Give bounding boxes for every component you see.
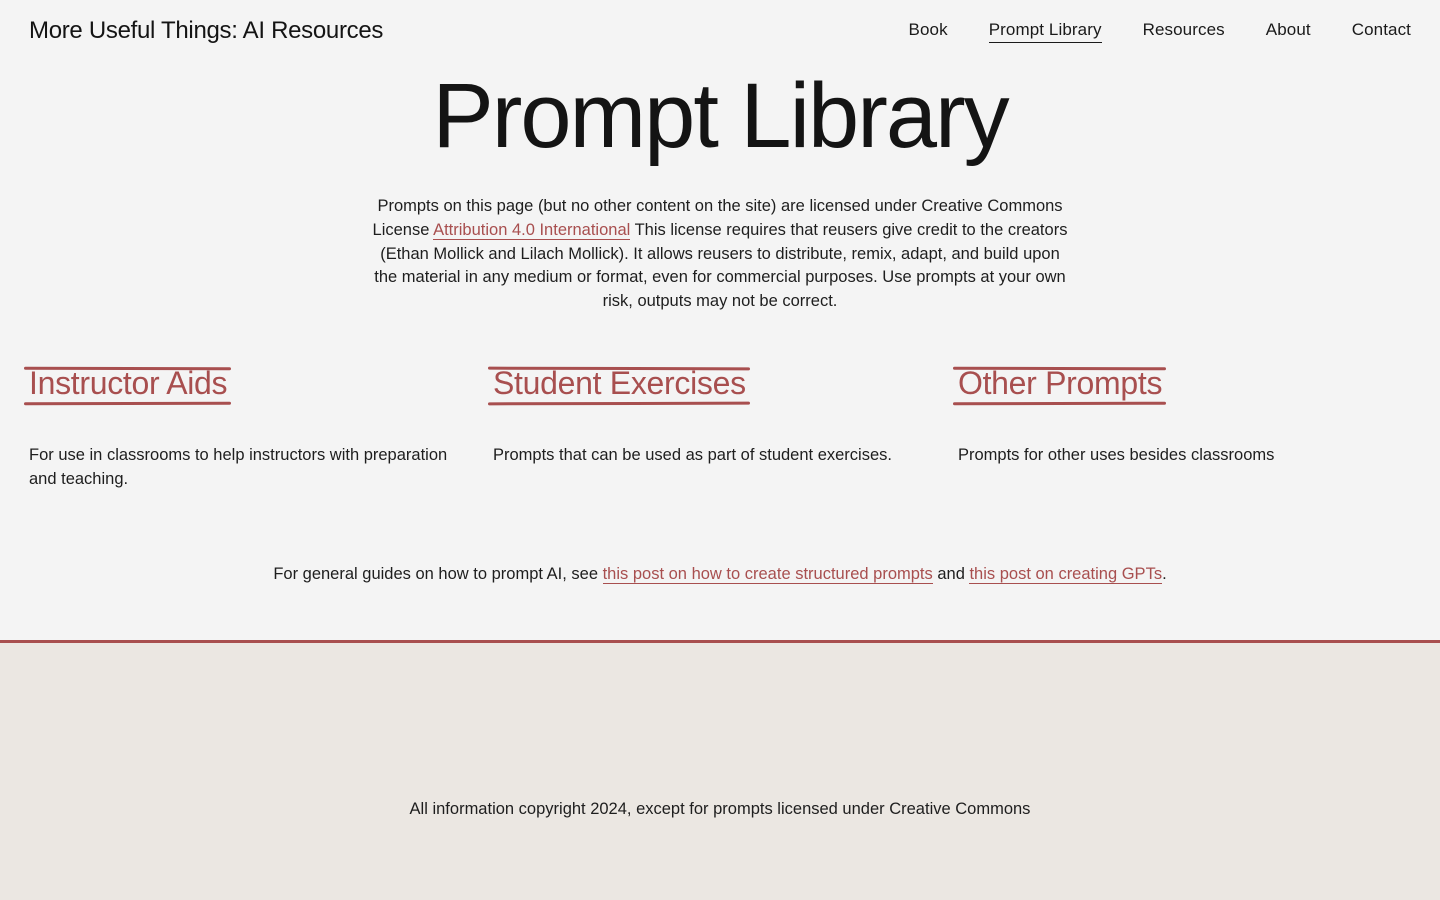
prompt-categories: Instructor Aids For use in classrooms to… bbox=[0, 364, 1440, 504]
page-title: Prompt Library bbox=[432, 65, 1009, 167]
nav-item-resources[interactable]: Resources bbox=[1143, 20, 1225, 43]
nav-item-book[interactable]: Book bbox=[909, 20, 948, 43]
main-nav: Book Prompt Library Resources About Cont… bbox=[909, 20, 1411, 43]
site-header: More Useful Things: AI Resources Book Pr… bbox=[0, 0, 1440, 64]
site-title-link[interactable]: More Useful Things: AI Resources bbox=[29, 17, 383, 45]
category-description: Prompts that can be used as part of stud… bbox=[493, 446, 892, 465]
creating-gpts-post-link[interactable]: this post on creating GPTs bbox=[969, 565, 1163, 584]
nav-item-prompt-library[interactable]: Prompt Library bbox=[988, 20, 1102, 43]
category-link-other-prompts[interactable]: Other Prompts bbox=[958, 364, 1166, 405]
category-description: For use in classrooms to help instructor… bbox=[29, 446, 448, 489]
category-other-prompts: Other Prompts Prompts for other uses bes… bbox=[958, 364, 1398, 467]
guides-text-after: . bbox=[1162, 565, 1167, 583]
structured-prompts-post-link[interactable]: this post on how to create structured pr… bbox=[602, 565, 933, 584]
category-link-student-exercises[interactable]: Student Exercises bbox=[493, 364, 750, 405]
copyright-text: All information copyright 2024, except f… bbox=[409, 800, 1031, 818]
category-instructor-aids: Instructor Aids For use in classrooms to… bbox=[29, 364, 469, 491]
category-description: Prompts for other uses besides classroom… bbox=[958, 446, 1275, 465]
guides-paragraph: For general guides on how to prompt AI, … bbox=[0, 565, 1440, 584]
license-paragraph: Prompts on this page (but no other conte… bbox=[370, 195, 1070, 314]
category-student-exercises: Student Exercises Prompts that can be us… bbox=[493, 364, 933, 467]
nav-item-about[interactable]: About bbox=[1266, 20, 1311, 43]
site-footer: All information copyright 2024, except f… bbox=[0, 643, 1440, 900]
category-link-instructor-aids[interactable]: Instructor Aids bbox=[29, 364, 231, 405]
guides-text-middle: and bbox=[932, 565, 970, 583]
license-link[interactable]: Attribution 4.0 International bbox=[433, 220, 631, 240]
guides-text-before: For general guides on how to prompt AI, … bbox=[273, 565, 603, 583]
nav-item-contact[interactable]: Contact bbox=[1352, 20, 1411, 43]
